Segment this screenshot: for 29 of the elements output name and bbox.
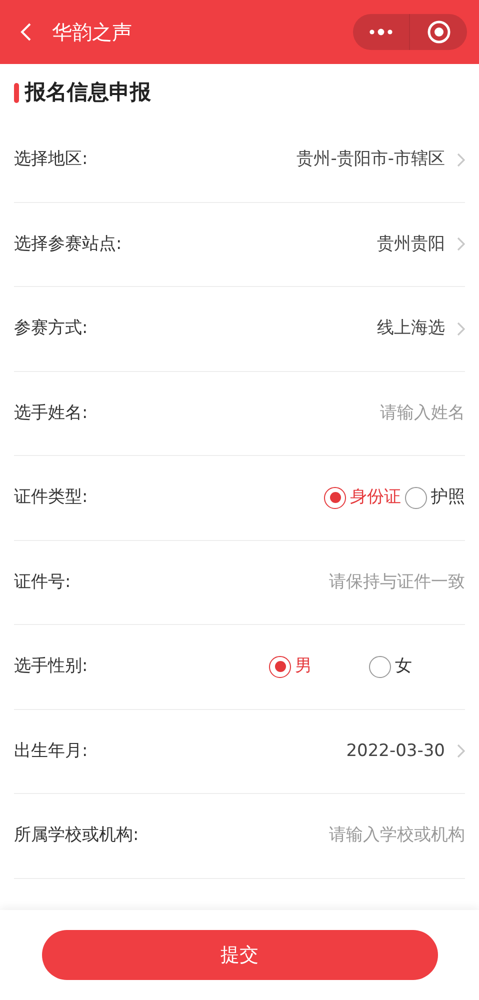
field-label: 出生年月: [14, 740, 88, 762]
field-label: 证件类型: [14, 486, 88, 509]
select-field[interactable]: 线上海选 [377, 316, 465, 342]
field-label: 选手姓名: [14, 402, 88, 424]
chevron-right-icon [457, 322, 465, 336]
field-label: 选择参赛站点: [14, 232, 122, 256]
chevron-right-icon [457, 237, 465, 252]
field-label: 选择地区: [14, 148, 88, 171]
radio-option[interactable]: 护照 [405, 485, 465, 510]
input-field[interactable]: 请输入姓名 [225, 400, 465, 426]
field-label: 所属学校或机构: [14, 824, 139, 847]
back-icon[interactable] [20, 22, 32, 42]
radio-option[interactable]: 身份证 [324, 485, 401, 510]
radio-option[interactable]: 男 [269, 654, 365, 680]
submit-button[interactable]: 提交 [42, 930, 438, 980]
field-label: 参赛方式: [14, 317, 88, 340]
select-field[interactable]: 贵州-贵阳市-市辖区 [296, 147, 465, 172]
field-label: 选手性别: [14, 655, 88, 678]
select-field[interactable]: 贵州贵阳 [377, 232, 465, 257]
input-field[interactable]: 请保持与证件一致 [225, 570, 465, 595]
select-field[interactable]: 2022-03-30 [346, 738, 465, 764]
chevron-right-icon [457, 152, 465, 167]
radio-option[interactable]: 女 [369, 654, 465, 680]
section-title: 报名信息申报 [25, 79, 151, 106]
field-label: 证件号: [14, 570, 71, 594]
chevron-right-icon [457, 744, 465, 758]
page-title: 华韵之声 [52, 19, 132, 46]
section-marker [14, 83, 19, 103]
input-field[interactable]: 请输入学校或机构 [225, 823, 465, 848]
